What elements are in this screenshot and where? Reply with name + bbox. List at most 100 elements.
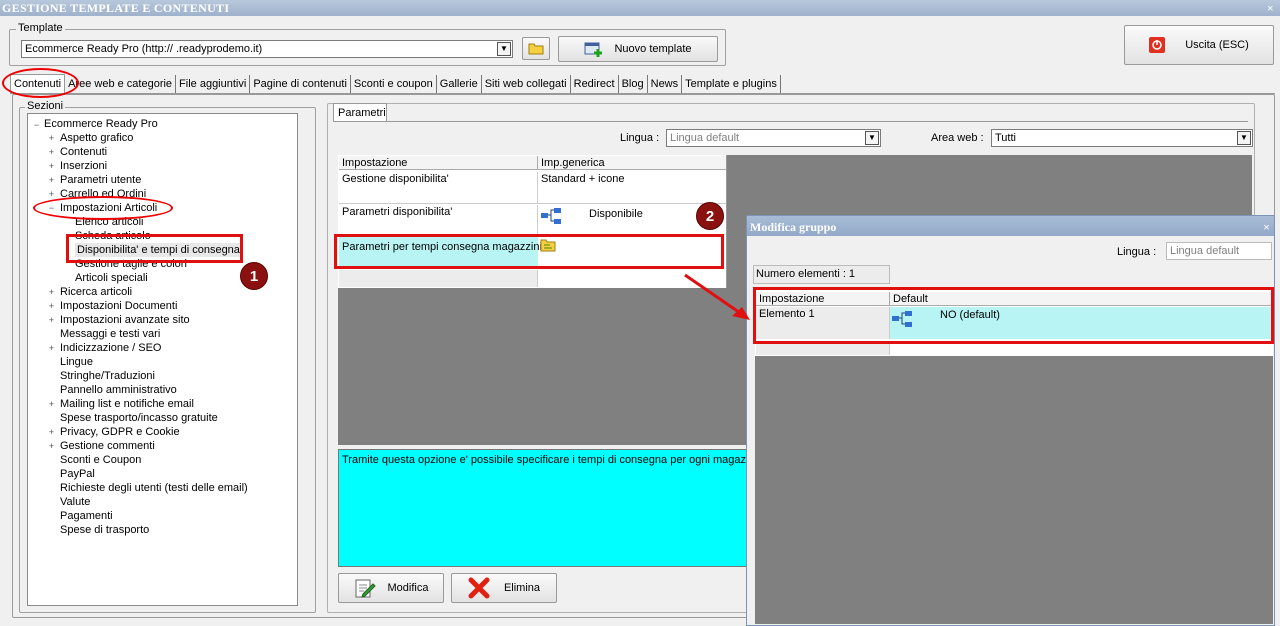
dialog-lingua-input[interactable]: Lingua default bbox=[1166, 242, 1272, 260]
annotation-badge-2: 2 bbox=[696, 202, 724, 230]
row-setting-1[interactable]: Gestione disponibilita' bbox=[339, 172, 538, 204]
tree-item-lingue[interactable]: Lingue bbox=[60, 355, 93, 369]
tree-item-spese-di-trasporto[interactable]: Spese di trasporto bbox=[60, 523, 149, 537]
delete-button[interactable]: Elimina bbox=[451, 573, 557, 603]
area-web-combo-value: Tutti bbox=[995, 132, 1016, 144]
row-value-1[interactable]: Standard + icone bbox=[538, 172, 726, 204]
window-titlebar: GESTIONE TEMPLATE E CONTENUTI × bbox=[0, 0, 1280, 16]
tree-toggle[interactable]: − bbox=[32, 121, 41, 130]
tree-toggle[interactable]: + bbox=[47, 288, 56, 297]
lingua-label: Lingua : bbox=[620, 132, 660, 144]
new-template-label: Nuovo template bbox=[614, 43, 692, 55]
area-web-label: Area web : bbox=[931, 132, 984, 144]
col-header-setting: Impostazione bbox=[339, 156, 538, 170]
tree-item-impostazioni-documenti[interactable]: Impostazioni Documenti bbox=[60, 299, 177, 313]
annotation-arrow bbox=[684, 273, 750, 320]
annotation-ellipse-impostazioni bbox=[33, 196, 173, 220]
close-icon[interactable]: × bbox=[1263, 216, 1270, 238]
network-icon bbox=[541, 208, 561, 224]
chevron-down-icon[interactable]: ▼ bbox=[1237, 131, 1251, 145]
tree-item-spese-trasporto-incasso-gratuite[interactable]: Spese trasporto/incasso gratuite bbox=[60, 411, 218, 425]
lingua-combo[interactable]: Lingua default ▼ bbox=[666, 129, 881, 147]
tree-item-impostazioni-avanzate-sito[interactable]: Impostazioni avanzate sito bbox=[60, 313, 190, 327]
edit-icon bbox=[355, 579, 376, 598]
annotation-rect-dialog-row bbox=[753, 287, 1274, 344]
tab-blog[interactable]: Blog bbox=[619, 75, 648, 93]
modify-button[interactable]: Modifica bbox=[338, 573, 444, 603]
tree-item-inserzioni[interactable]: Inserzioni bbox=[60, 159, 107, 173]
chevron-down-icon[interactable]: ▼ bbox=[865, 131, 879, 145]
tree-item-contenuti[interactable]: Contenuti bbox=[60, 145, 107, 159]
tree-item-parametri-utente[interactable]: Parametri utente bbox=[60, 173, 141, 187]
dialog-lingua-label: Lingua : bbox=[1117, 246, 1157, 258]
empty-row bbox=[339, 270, 538, 287]
tree-item-mailing-list-e-notifiche-email[interactable]: Mailing list e notifiche email bbox=[60, 397, 194, 411]
exit-label: Uscita (ESC) bbox=[1185, 39, 1249, 51]
tree-item-sconti-e-coupon[interactable]: Sconti e Coupon bbox=[60, 453, 141, 467]
tree-toggle[interactable]: + bbox=[47, 148, 56, 157]
tab-parametri[interactable]: Parametri bbox=[333, 103, 387, 122]
tree-toggle[interactable]: + bbox=[47, 190, 56, 199]
new-template-button[interactable]: Nuovo template bbox=[558, 36, 718, 62]
tab-pagine-di-contenuti[interactable]: Pagine di contenuti bbox=[250, 75, 351, 93]
close-icon[interactable]: × bbox=[1267, 0, 1274, 16]
annotation-ellipse-contenuti bbox=[2, 68, 79, 98]
description-text: Tramite questa opzione e' possibile spec… bbox=[342, 454, 767, 466]
tab-sconti-e-coupon[interactable]: Sconti e coupon bbox=[351, 75, 437, 93]
tree-toggle[interactable]: + bbox=[47, 176, 56, 185]
params-tab-line bbox=[333, 121, 1248, 122]
tree-item-richieste-degli-utenti-testi-delle-email[interactable]: Richieste degli utenti (testi delle emai… bbox=[60, 481, 248, 495]
chevron-down-icon[interactable]: ▼ bbox=[497, 42, 511, 56]
main-tabs: Contenuti Aree web e categorie File aggiun… bbox=[10, 74, 781, 93]
tab-gallerie[interactable]: Gallerie bbox=[437, 75, 482, 93]
sections-tree: − Ecommerce Ready Pro + Aspetto grafico + C… bbox=[27, 113, 298, 606]
tree-toggle[interactable]: + bbox=[47, 442, 56, 451]
tab-redirect[interactable]: Redirect bbox=[571, 75, 619, 93]
exit-button[interactable]: Uscita (ESC) bbox=[1124, 25, 1274, 65]
tree-item-messaggi-e-testi-vari[interactable]: Messaggi e testi vari bbox=[60, 327, 160, 341]
tree-item-indicizzazione-seo[interactable]: Indicizzazione / SEO bbox=[60, 341, 162, 355]
tree-toggle[interactable]: + bbox=[47, 134, 56, 143]
tree-item-stringhe-traduzioni[interactable]: Stringhe/Traduzioni bbox=[60, 369, 155, 383]
window-title: GESTIONE TEMPLATE E CONTENUTI bbox=[2, 1, 230, 15]
tree-item-aspetto-grafico[interactable]: Aspetto grafico bbox=[60, 131, 133, 145]
tree-item-ricerca-articoli[interactable]: Ricerca articoli bbox=[60, 285, 132, 299]
area-web-combo[interactable]: Tutti ▼ bbox=[991, 129, 1253, 147]
folder-button[interactable] bbox=[522, 37, 550, 60]
tree-item-privacy-gdpr-e-cookie[interactable]: Privacy, GDPR e Cookie bbox=[60, 425, 180, 439]
folder-icon bbox=[528, 43, 544, 55]
tree-item-articoli-speciali[interactable]: Articoli speciali bbox=[75, 271, 148, 285]
tree-item-gestione-commenti[interactable]: Gestione commenti bbox=[60, 439, 155, 453]
row-setting-2[interactable]: Parametri disponibilita' bbox=[339, 205, 538, 235]
tree-toggle[interactable]: + bbox=[47, 162, 56, 171]
tree-item-paypal[interactable]: PayPal bbox=[60, 467, 95, 481]
tab-aree-web-e-categorie[interactable]: Aree web e categorie bbox=[65, 75, 177, 93]
modify-label: Modifica bbox=[387, 582, 429, 594]
tab-news[interactable]: News bbox=[648, 75, 683, 93]
tree-item-pagamenti[interactable]: Pagamenti bbox=[60, 509, 113, 523]
template-group-label: Template bbox=[16, 22, 65, 34]
tree-root[interactable]: Ecommerce Ready Pro bbox=[44, 117, 158, 131]
tree-toggle[interactable]: + bbox=[47, 400, 56, 409]
tree-toggle[interactable]: + bbox=[47, 302, 56, 311]
tab-file-aggiuntivi[interactable]: File aggiuntivi bbox=[176, 75, 251, 93]
row-value-2[interactable]: Disponibile bbox=[586, 207, 643, 221]
sections-label: Sezioni bbox=[25, 100, 66, 112]
template-combo[interactable]: Ecommerce Ready Pro (http:// .readyprode… bbox=[21, 40, 513, 58]
tree-toggle[interactable]: + bbox=[47, 428, 56, 437]
tab-siti-web-collegati[interactable]: Siti web collegati bbox=[482, 75, 571, 93]
tree-toggle[interactable]: + bbox=[47, 344, 56, 353]
annotation-badge-1: 1 bbox=[240, 262, 268, 290]
tab-template-e-plugins[interactable]: Template e plugins bbox=[682, 75, 781, 93]
dialog-lingua-value: Lingua default bbox=[1170, 245, 1240, 257]
element-count: Numero elementi : 1 bbox=[753, 265, 890, 284]
tree-toggle[interactable]: + bbox=[47, 316, 56, 325]
add-window-icon bbox=[584, 42, 603, 57]
tree-item-valute[interactable]: Valute bbox=[60, 495, 90, 509]
annotation-rect-disponibilita bbox=[66, 234, 243, 263]
annotation-rect-param-row bbox=[334, 234, 724, 269]
dialog-titlebar: Modifica gruppo × bbox=[747, 216, 1274, 236]
lingua-combo-value: Lingua default bbox=[670, 132, 740, 144]
tree-item-pannello-amministrativo[interactable]: Pannello amministrativo bbox=[60, 383, 177, 397]
modifica-gruppo-dialog: Modifica gruppo × Lingua : Lingua defaul… bbox=[746, 215, 1275, 626]
